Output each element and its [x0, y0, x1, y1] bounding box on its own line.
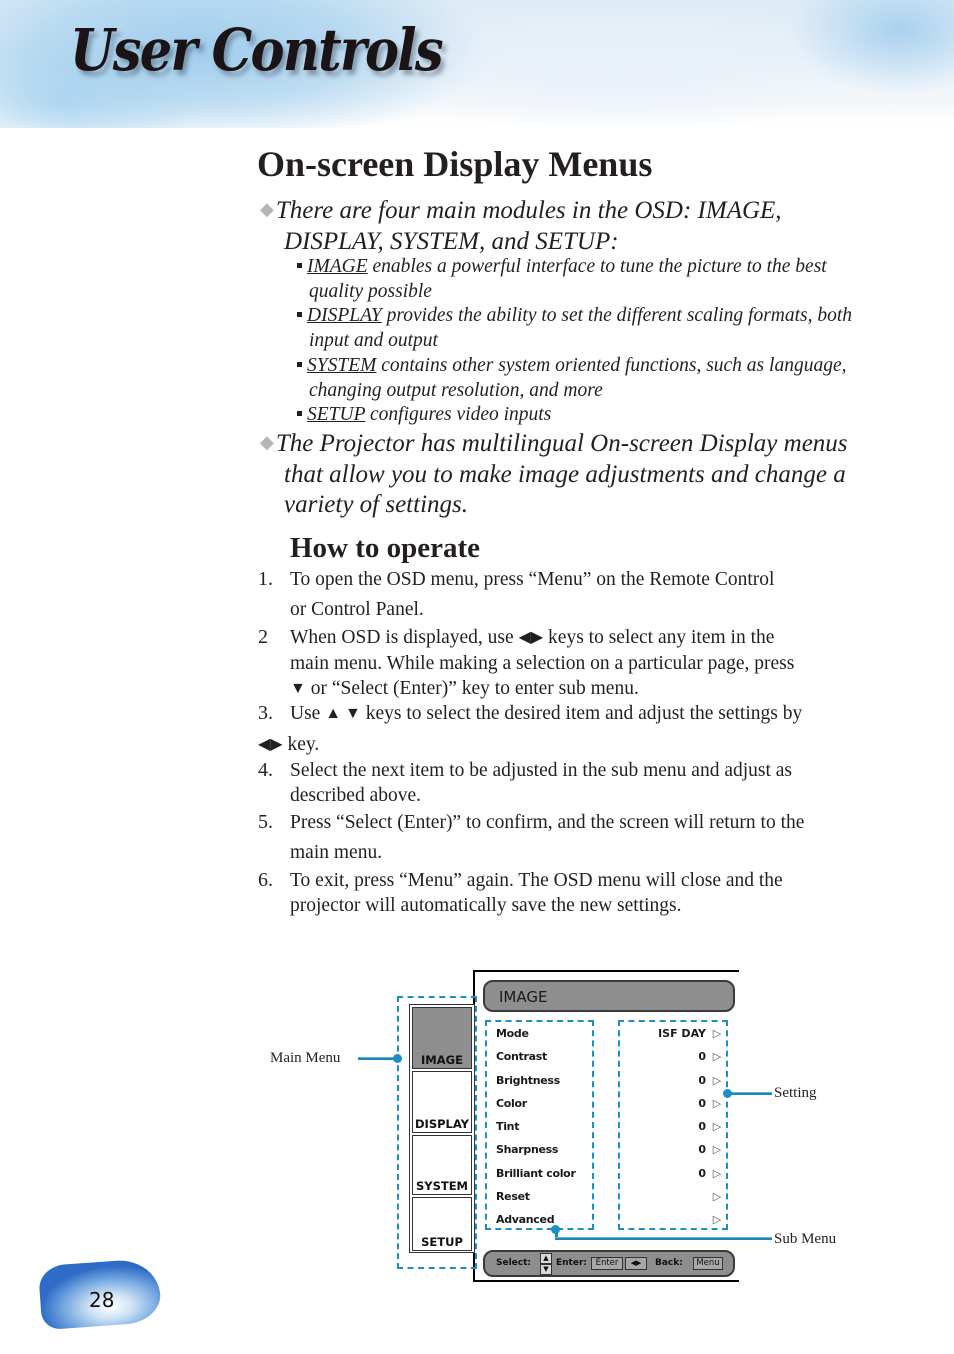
osd-sub-menu-item[interactable]: Mode — [496, 1026, 576, 1049]
osd-setting-row[interactable]: 0 ▷ — [620, 1096, 722, 1119]
left-right-arrow-icon: ◀▶ — [258, 736, 283, 753]
osd-setting-row[interactable]: 0 ▷ — [620, 1119, 722, 1142]
right-arrow-icon[interactable]: ▷ — [712, 1049, 722, 1065]
callout-setting: Setting — [774, 1085, 817, 1101]
bullet-modules-intro: ◆There are four main modules in the OSD:… — [260, 197, 782, 255]
callout-dot — [551, 1225, 560, 1234]
osd-setting-row[interactable]: 0 ▷ — [620, 1166, 722, 1189]
osd-setting-row[interactable]: 0 ▷ — [620, 1049, 722, 1072]
osd-main-menu-item-setup[interactable]: SETUP — [412, 1197, 472, 1251]
right-arrow-icon[interactable]: ▷ — [712, 1166, 722, 1182]
osd-main-menu-item-display[interactable]: DISPLAY — [412, 1071, 472, 1133]
right-arrow-icon[interactable]: ▷ — [712, 1212, 722, 1228]
osd-setting-value: 0 — [698, 1120, 706, 1134]
osd-setting-value: 0 — [698, 1143, 706, 1157]
square-bullet-icon — [297, 312, 302, 317]
page-number: 28 — [89, 1288, 115, 1312]
osd-sub-menu: Mode Contrast Brightness Color Tint Shar… — [496, 1026, 576, 1236]
right-arrow-icon[interactable]: ▷ — [712, 1119, 722, 1135]
callout-line — [358, 1057, 398, 1060]
step-3: 3. Use ▲ ▼ keys to select the desired it… — [258, 702, 803, 755]
osd-sub-menu-item[interactable]: Brightness — [496, 1073, 576, 1096]
osd-sub-menu-item[interactable]: Sharpness — [496, 1142, 576, 1165]
bullet-multilingual: ◆The Projector has multilingual On-scree… — [260, 430, 848, 518]
osd-main-menu: IMAGE DISPLAY SYSTEM SETUP — [409, 1004, 475, 1253]
osd-main-menu-item-image[interactable]: IMAGE — [412, 1007, 472, 1069]
step-4: 4. Select the next item to be adjusted i… — [258, 759, 793, 806]
right-arrow-icon[interactable]: ▷ — [712, 1189, 722, 1205]
callout-main-menu: Main Menu — [270, 1050, 341, 1066]
step-5: 5. Press “Select (Enter)” to confirm, an… — [258, 811, 805, 863]
osd-settings: ISF DAY ▷ 0 ▷ 0 ▷ 0 ▷ 0 ▷ 0 ▷ 0 ▷ ▷ ▷ — [620, 1026, 722, 1236]
osd-setting-value: 0 — [698, 1073, 706, 1087]
right-arrow-icon[interactable]: ▷ — [712, 1073, 722, 1089]
module-item-image: IMAGE enables a powerful interface to tu… — [297, 254, 897, 304]
osd-footer-bar: Select: ▲ ▼ Enter: Enter ◀▶ Back: Menu — [483, 1250, 735, 1277]
module-keyword: SETUP — [307, 404, 366, 425]
subsection-title: How to operate — [290, 532, 481, 564]
select-label: Select: — [496, 1258, 532, 1268]
osd-frame — [473, 1280, 739, 1282]
osd-sub-menu-item[interactable]: Tint — [496, 1119, 576, 1142]
menu-key[interactable]: Menu — [693, 1257, 723, 1270]
step-6: 6. To exit, press “Menu” again. The OSD … — [258, 869, 783, 916]
diamond-bullet-icon: ◆ — [260, 432, 274, 452]
osd-setting-value: ISF DAY — [658, 1027, 706, 1040]
step-1: 1. To open the OSD menu, press “Menu” on… — [258, 568, 775, 620]
callout-line — [555, 1237, 772, 1240]
osd-setting-value: 0 — [698, 1050, 706, 1064]
osd-setting-value: 0 — [698, 1166, 706, 1180]
module-keyword: IMAGE — [307, 256, 368, 277]
diamond-bullet-icon: ◆ — [260, 199, 274, 219]
module-item-setup: SETUP configures video inputs — [297, 402, 897, 427]
osd-sub-menu-item[interactable]: Brilliant color — [496, 1166, 576, 1189]
square-bullet-icon — [297, 263, 302, 268]
down-arrow-icon: ▼ — [540, 1264, 552, 1275]
osd-frame — [473, 970, 739, 972]
module-keyword: DISPLAY — [307, 305, 382, 326]
up-down-key[interactable]: ▲ ▼ — [540, 1253, 552, 1275]
osd-setting-row[interactable]: ▷ — [620, 1212, 722, 1235]
back-label: Back: — [655, 1258, 683, 1268]
osd-sub-menu-item[interactable]: Reset — [496, 1189, 576, 1212]
right-arrow-icon[interactable]: ▷ — [712, 1096, 722, 1112]
right-arrow-icon[interactable]: ▷ — [712, 1026, 722, 1042]
osd-setting-row[interactable]: ISF DAY ▷ — [620, 1026, 722, 1049]
osd-setting-row[interactable]: 0 ▷ — [620, 1142, 722, 1165]
osd-title-bar: IMAGE — [483, 980, 735, 1012]
osd-setting-row[interactable]: 0 ▷ — [620, 1073, 722, 1096]
callout-sub-menu: Sub Menu — [774, 1231, 837, 1247]
module-item-display: DISPLAY provides the ability to set the … — [297, 303, 897, 353]
left-right-arrow-icon: ◀▶ — [518, 629, 544, 646]
osd-sub-menu-item[interactable]: Color — [496, 1096, 576, 1119]
up-down-arrow-icon: ▲ ▼ — [325, 705, 361, 722]
chapter-title: User Controls — [70, 16, 444, 84]
osd-sub-menu-item[interactable]: Advanced — [496, 1212, 576, 1235]
enter-label: Enter: — [556, 1258, 587, 1268]
osd-setting-value: 0 — [698, 1096, 706, 1110]
module-keyword: SYSTEM — [307, 355, 377, 376]
square-bullet-icon — [297, 362, 302, 367]
square-bullet-icon — [297, 411, 302, 416]
up-arrow-icon: ▲ — [540, 1253, 552, 1264]
left-right-key[interactable]: ◀▶ — [625, 1257, 647, 1270]
right-arrow-icon[interactable]: ▷ — [712, 1142, 722, 1158]
osd-main-menu-item-system[interactable]: SYSTEM — [412, 1135, 472, 1195]
callout-line — [728, 1092, 772, 1095]
step-2: 2 When OSD is displayed, use ◀▶ keys to … — [258, 626, 795, 699]
section-title: On-screen Display Menus — [257, 144, 653, 184]
callout-dot — [723, 1089, 732, 1098]
enter-key[interactable]: Enter — [591, 1257, 623, 1270]
callout-dot — [393, 1054, 402, 1063]
osd-sub-menu-item[interactable]: Contrast — [496, 1049, 576, 1072]
module-item-system: SYSTEM contains other system oriented fu… — [297, 353, 897, 403]
down-arrow-icon: ▼ — [290, 680, 306, 697]
osd-setting-row[interactable]: ▷ — [620, 1189, 722, 1212]
